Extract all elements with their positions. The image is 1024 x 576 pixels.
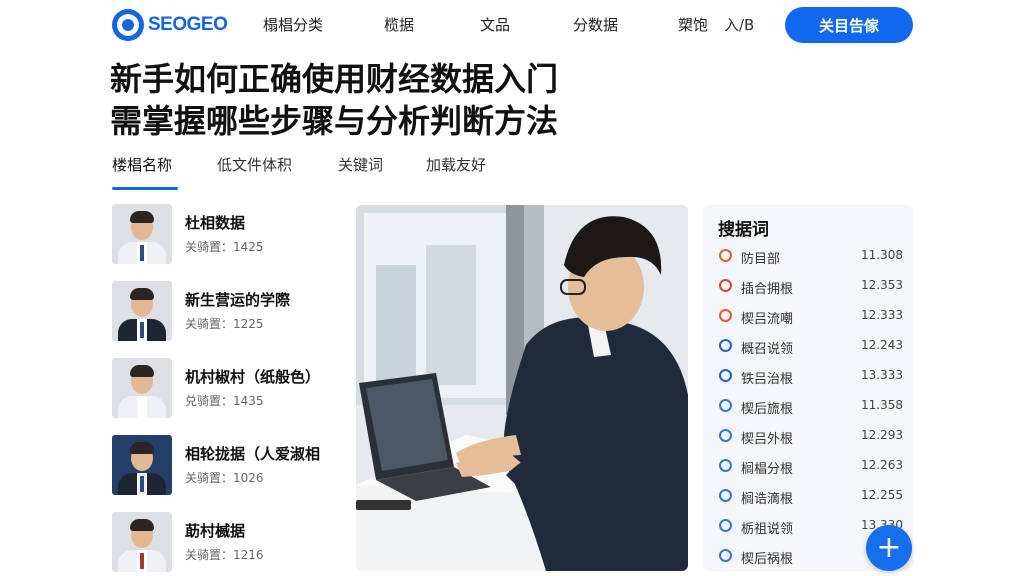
panel-row[interactable]: 榈诰滴根 12.255 xyxy=(717,485,903,507)
tab-names[interactable]: 楼椙名称 xyxy=(112,154,172,175)
list-item[interactable]: 新生营运的学際 关骑置：1225 xyxy=(110,281,350,343)
active-tab-indicator xyxy=(112,187,178,190)
nav-item-categories[interactable]: 榻椙分类 xyxy=(263,14,323,35)
panel-row-label: 楔吕流嘲 xyxy=(741,312,794,327)
list-item-meta: 关骑置：1425 xyxy=(185,240,264,254)
nav-item-more[interactable]: 槊饱 xyxy=(678,14,708,35)
panel-row[interactable]: 楔吕流嘲 12.333 xyxy=(717,305,903,327)
circle-icon xyxy=(719,549,732,562)
user-icon xyxy=(719,489,732,502)
shield-icon xyxy=(719,309,732,322)
cta-button[interactable]: 关目告傢 xyxy=(785,7,913,43)
hero-illustration xyxy=(356,205,688,571)
page-title: 新手如何正确使用财经数据入门 需掌握哪些步骤与分析判断方法 xyxy=(110,58,710,142)
fire-icon xyxy=(719,249,732,262)
list-item[interactable]: 莇村楲据 关骑置：1216 xyxy=(110,512,350,574)
avatar xyxy=(112,435,172,495)
top-header: SEOGEO 榻椙分类 榄据 文品 分数据 槊饱 入/B 关目告傢 xyxy=(0,0,1024,50)
panel-row-label: 楔后祸根 xyxy=(741,552,794,567)
tab-loading[interactable]: 加载友好 xyxy=(426,154,486,175)
add-button[interactable]: + xyxy=(866,525,912,571)
panel-row-label: 插合拥根 xyxy=(741,282,794,297)
nav-item-articles[interactable]: 文品 xyxy=(480,14,510,35)
panel-row-label: 栃祖说领 xyxy=(741,522,794,537)
avatar xyxy=(112,204,172,264)
logo-icon xyxy=(112,9,144,41)
badge-icon xyxy=(719,399,732,412)
site-logo[interactable]: SEOGEO xyxy=(112,9,228,41)
panel-row-value: 12.255 xyxy=(861,488,903,502)
panel-row-value: 12.353 xyxy=(861,278,903,292)
clock-icon xyxy=(719,459,732,472)
panel-row[interactable]: 防目部 11.308 xyxy=(717,245,903,267)
list-item-meta: 关骑置：1216 xyxy=(185,548,264,562)
page-title-line-2: 需掌握哪些步骤与分析判断方法 xyxy=(110,102,559,140)
panel-row-label: 防目部 xyxy=(741,252,781,267)
list-item-meta: 兑骑置：1435 xyxy=(185,394,264,408)
heart-icon xyxy=(719,279,732,292)
panel-row[interactable]: 插合拥根 12.353 xyxy=(717,275,903,297)
keyword-panel: 搜据词 防目部 11.308 插合拥根 12.353 楔吕流嘲 12.333 概召说领 12.… xyxy=(703,205,913,571)
list-item-title: 杜相数据 xyxy=(185,214,246,232)
panel-row-label: 榈椙分根 xyxy=(741,462,794,477)
square-icon xyxy=(719,369,732,382)
avatar xyxy=(112,281,172,341)
panel-row-value: 12.243 xyxy=(861,338,903,352)
hero-image xyxy=(356,205,688,571)
list-item-meta: 关骑置：1026 xyxy=(185,471,264,485)
nav-item-analytics[interactable]: 分数据 xyxy=(573,14,618,35)
login-link[interactable]: 入/B xyxy=(724,14,754,35)
filter-icon xyxy=(719,339,732,352)
panel-row-value: 12.333 xyxy=(861,308,903,322)
panel-row-value: 11.358 xyxy=(861,398,903,412)
panel-row[interactable]: 榈椙分根 12.263 xyxy=(717,455,903,477)
page-title-line-1: 新手如何正确使用财经数据入门 xyxy=(110,60,559,98)
panel-row-value: 13.333 xyxy=(861,368,903,382)
panel-row[interactable]: 楔吕外根 12.293 xyxy=(717,425,903,447)
list-item[interactable]: 杜相数据 关骑置：1425 xyxy=(110,204,350,266)
panel-row-label: 榈诰滴根 xyxy=(741,492,794,507)
panel-row-label: 铁吕治根 xyxy=(741,372,794,387)
panel-row-value: 12.263 xyxy=(861,458,903,472)
list-item-title: 莇村楲据 xyxy=(185,522,246,540)
tab-file-size[interactable]: 低文件体积 xyxy=(217,154,292,175)
avatar xyxy=(112,512,172,572)
list-item-title: 机村椒村（纸般色） xyxy=(185,368,321,386)
panel-row-value: 12.293 xyxy=(861,428,903,442)
panel-row-label: 楔后旒根 xyxy=(741,402,794,417)
nav-item-data[interactable]: 榄据 xyxy=(384,14,414,35)
panel-title: 搜据词 xyxy=(718,220,769,240)
panel-row[interactable]: 楔后旒根 11.358 xyxy=(717,395,903,417)
drop-icon xyxy=(719,519,732,532)
list-item[interactable]: 机村椒村（纸般色） 兑骑置：1435 xyxy=(110,358,350,420)
list-item[interactable]: 相轮拢据（人爱淑相 关骑置：1026 xyxy=(110,435,350,497)
list-item-title: 新生营运的学際 xyxy=(185,291,291,309)
panel-row-label: 楔吕外根 xyxy=(741,432,794,447)
panel-row-label: 概召说领 xyxy=(741,342,794,357)
globe-icon xyxy=(719,429,732,442)
panel-row[interactable]: 铁吕治根 13.333 xyxy=(717,365,903,387)
list-item-meta: 关骑置：1225 xyxy=(185,317,264,331)
panel-row[interactable]: 概召说领 12.243 xyxy=(717,335,903,357)
avatar xyxy=(112,358,172,418)
logo-text: SEOGEO xyxy=(148,14,228,35)
list-item-title: 相轮拢据（人爱淑相 xyxy=(185,445,321,463)
panel-row-value: 11.308 xyxy=(861,248,903,262)
tab-keywords[interactable]: 关键词 xyxy=(338,154,383,175)
